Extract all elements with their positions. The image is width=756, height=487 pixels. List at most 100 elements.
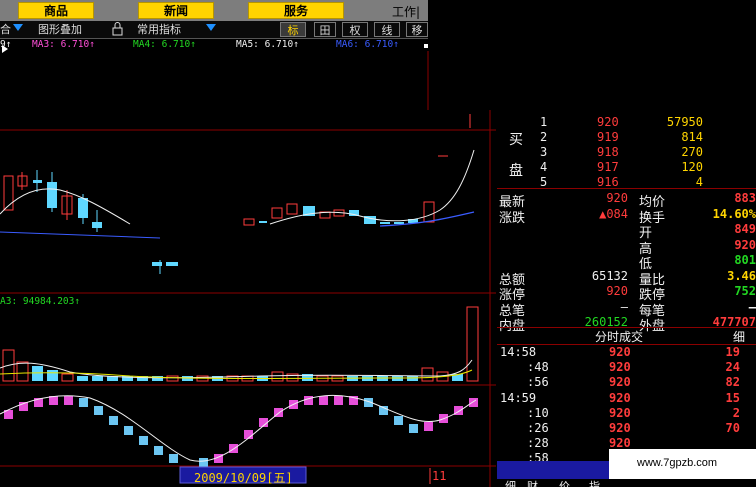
- date-fragment: 11: [432, 469, 447, 483]
- volume-bar: [61, 373, 74, 382]
- order-price: 920: [597, 115, 619, 129]
- scroll-handle: [424, 44, 428, 48]
- candle: [33, 180, 42, 183]
- ma-line: [269, 149, 475, 225]
- bottom-tabs: 细 财 价 指: [497, 480, 756, 487]
- quote-label: 涨跌: [499, 210, 526, 226]
- trade-volume: 24: [725, 360, 740, 375]
- quote-value: 920: [734, 237, 756, 252]
- order-level: 2: [540, 130, 548, 144]
- osc-dot: [394, 416, 403, 425]
- trade-price: 920: [609, 375, 631, 390]
- trade-volume: 2: [732, 405, 740, 420]
- candle: [47, 182, 57, 208]
- bottom-tab-finance[interactable]: 财: [527, 478, 538, 487]
- osc-dot: [94, 406, 103, 415]
- osc-dot: [124, 426, 133, 435]
- volume-bar: [47, 370, 58, 381]
- order-volume: 814: [681, 130, 703, 144]
- trade-time: :28: [527, 436, 549, 451]
- order-price: 916: [597, 175, 619, 189]
- order-level: 1: [540, 115, 548, 129]
- quote-value: 920: [606, 191, 628, 205]
- kline-chart[interactable]: [0, 0, 496, 487]
- bottom-tab-detail[interactable]: 细: [505, 478, 516, 487]
- trade-volume: 70: [725, 421, 740, 435]
- order-book-side-buy: 买: [509, 132, 523, 148]
- ma-line: [0, 188, 131, 225]
- candle: [286, 203, 298, 215]
- bottom-tab-index[interactable]: 指: [589, 478, 600, 487]
- osc-dot: [334, 396, 343, 405]
- trade-price: 920: [609, 360, 631, 375]
- volume-bar: [92, 376, 103, 381]
- watermark-text: www.7gpzb.com: [637, 457, 718, 469]
- order-book-side-plate: 盘: [509, 163, 523, 179]
- order-level: 5: [540, 175, 548, 189]
- oscillator-dots: [4, 396, 478, 467]
- quote-value: 65132: [591, 268, 628, 283]
- info-panel: 买 盘 1 920 57950 2 919 814 3 918 270 4 91…: [497, 113, 756, 487]
- order-price: 917: [597, 160, 619, 174]
- osc-dot: [139, 436, 148, 445]
- osc-dot: [469, 398, 478, 407]
- volume-bar: [466, 306, 479, 382]
- quote-value: ▲084: [599, 206, 628, 221]
- bottom-tab-price[interactable]: 价: [559, 478, 570, 487]
- osc-dot: [79, 398, 88, 407]
- candle: [243, 218, 255, 226]
- volume-bar: [421, 367, 434, 382]
- quote-value: 920: [606, 284, 628, 298]
- candle: [166, 262, 178, 266]
- candle: [92, 222, 102, 228]
- quote-value: 801: [734, 253, 756, 267]
- candle: [3, 175, 14, 211]
- quote-value: 752: [734, 284, 756, 298]
- selected-row-highlight: [497, 461, 609, 479]
- order-level: 3: [540, 145, 548, 159]
- quote-value: –: [620, 299, 628, 314]
- trade-volume: 15: [725, 390, 740, 405]
- trades-header-right[interactable]: 细: [733, 328, 745, 345]
- order-price: 918: [597, 145, 619, 159]
- order-volume: 270: [681, 145, 703, 159]
- order-level: 4: [540, 160, 548, 174]
- quote-value: 14.60%: [712, 206, 756, 221]
- trade-price: 920: [609, 345, 631, 359]
- volume-bar: [77, 376, 88, 381]
- candle: [380, 222, 390, 224]
- trades-header: 分时成交: [595, 330, 644, 344]
- osc-dot: [409, 424, 418, 433]
- volume-bar: [16, 361, 29, 382]
- trade-price: 920: [609, 405, 631, 420]
- candle: [259, 221, 267, 223]
- osc-dot: [199, 458, 208, 467]
- order-price: 919: [597, 130, 619, 144]
- osc-dot: [319, 396, 328, 405]
- osc-dot: [154, 446, 163, 455]
- trade-time: :26: [527, 421, 549, 435]
- candle: [78, 198, 88, 218]
- osc-dot: [169, 454, 178, 463]
- volume-bar: [407, 376, 418, 381]
- date-label: 2009/10/09[五]: [194, 471, 293, 485]
- volume-bar: [32, 366, 43, 381]
- osc-dot: [109, 416, 118, 425]
- trade-volume: 82: [725, 375, 740, 390]
- volume-bar: [271, 371, 284, 382]
- osc-dot: [304, 396, 313, 405]
- order-volume: 57950: [666, 115, 703, 129]
- candle: [271, 207, 283, 219]
- volume-indicator-label: A3: 94984.203↑: [0, 296, 81, 307]
- order-volume: 120: [681, 160, 703, 174]
- osc-dot: [64, 396, 73, 405]
- scroll-left-icon: [2, 45, 8, 53]
- candle: [423, 201, 435, 223]
- candle: [152, 262, 162, 266]
- trade-time: :56: [527, 375, 549, 390]
- quote-value: 3.46: [727, 268, 756, 283]
- ma-line: [0, 231, 161, 239]
- volume-ma-line: [0, 359, 473, 379]
- quote-value: –: [748, 299, 756, 314]
- osc-dot: [424, 422, 433, 431]
